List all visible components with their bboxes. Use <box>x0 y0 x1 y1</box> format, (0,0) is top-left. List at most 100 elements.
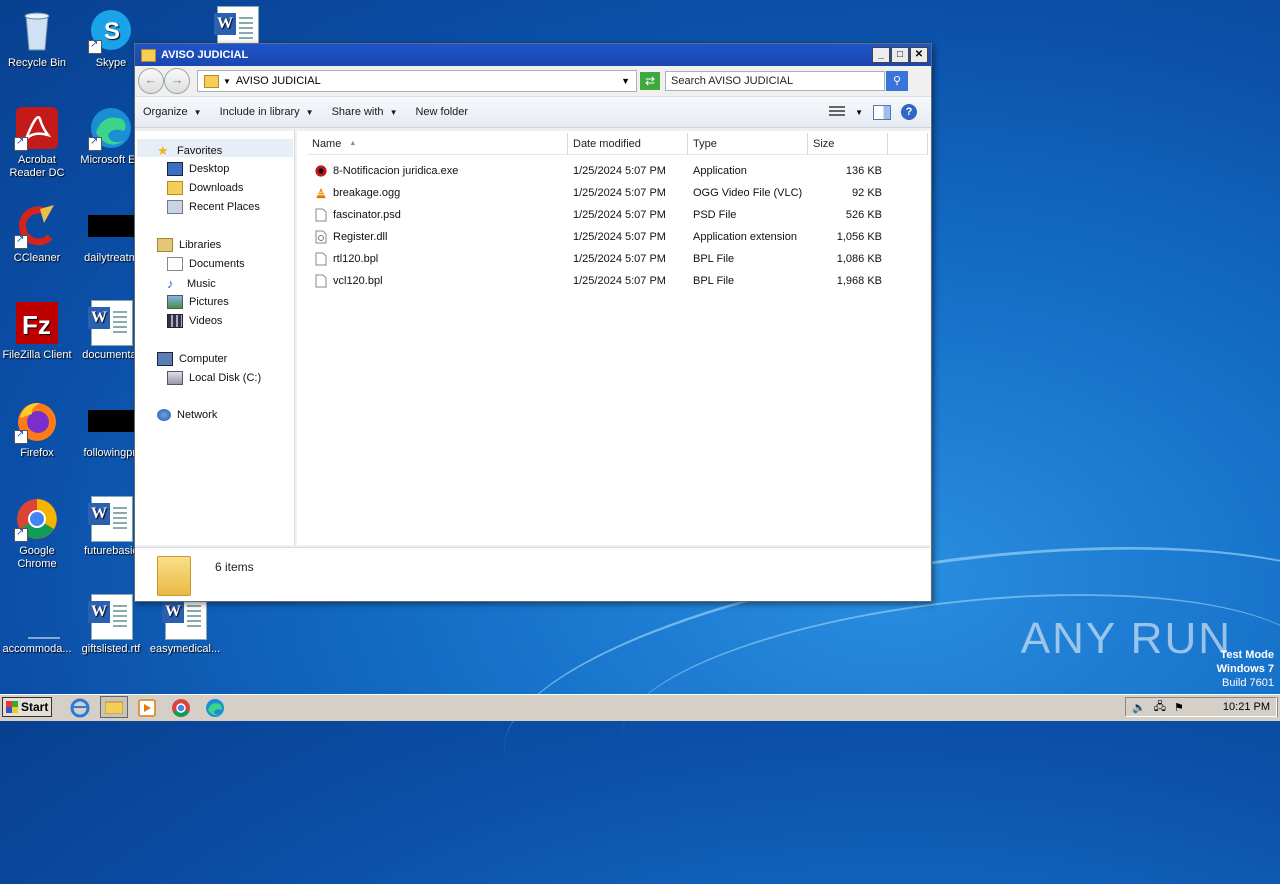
edge-icon <box>88 105 134 151</box>
nav-desktop[interactable]: Desktop <box>167 162 229 176</box>
details-pane: 6 items <box>135 547 930 601</box>
documents-icon <box>167 257 183 271</box>
search-input[interactable]: Search AVISO JUDICIAL <box>665 71 885 91</box>
taskbar: Start 🔈 🖧 ⚑ 10:21 PM <box>0 694 1280 721</box>
preview-pane-icon[interactable] <box>873 104 891 120</box>
folder-icon <box>141 48 156 62</box>
nav-network[interactable]: Network <box>157 409 217 421</box>
close-button[interactable]: ✕ <box>910 47 928 63</box>
test-mode-notice: Test Mode Windows 7 Build 7601 <box>1216 649 1274 689</box>
nav-downloads[interactable]: Downloads <box>167 181 243 195</box>
nav-music[interactable]: ♪ Music <box>167 276 216 291</box>
folder-icon <box>104 701 124 715</box>
libraries-icon <box>157 238 173 252</box>
nav-computer[interactable]: Computer <box>157 352 227 366</box>
change-view-icon[interactable] <box>829 106 846 118</box>
chrome-icon[interactable] <box>171 698 191 718</box>
file-row[interactable]: breakage.ogg 1/25/2024 5:07 PM OGG Video… <box>297 183 930 205</box>
address-bar[interactable]: ▼ AVISO JUDICIAL ▼ <box>197 70 637 92</box>
computer-icon <box>157 352 173 366</box>
desktop-icon-acrobat[interactable]: Acrobat Reader DC <box>0 105 74 180</box>
folder-icon <box>157 556 191 596</box>
media-player-icon[interactable] <box>137 698 157 718</box>
file-row[interactable]: 8-Notificacion juridica.exe 1/25/2024 5:… <box>297 161 930 183</box>
recent-places-icon <box>167 200 183 214</box>
back-button[interactable]: ← <box>138 68 164 94</box>
nav-videos[interactable]: Videos <box>167 314 222 328</box>
hard-disk-icon <box>167 371 183 385</box>
breadcrumb-chevron-icon[interactable]: ▼ <box>223 77 231 86</box>
explorer-window[interactable]: AVISO JUDICIAL _ □ ✕ ← → ▼ AVISO JUDICIA… <box>134 43 932 602</box>
speaker-icon[interactable]: 🔈 <box>1132 701 1146 714</box>
pictures-icon <box>167 295 183 309</box>
desktop-icon-ccleaner[interactable]: CCleaner <box>0 203 74 265</box>
acrobat-icon <box>14 105 60 151</box>
desktop-icon-giftslisted[interactable]: giftslisted.rtf <box>74 594 148 656</box>
filezilla-icon: Fz <box>14 300 60 346</box>
refresh-button[interactable]: ⇄ <box>640 72 660 90</box>
word-document-icon <box>88 594 134 640</box>
star-icon: ★ <box>157 143 169 158</box>
system-tray: 🔈 🖧 ⚑ 10:21 PM <box>1125 697 1277 717</box>
nav-recent-places[interactable]: Recent Places <box>167 200 260 214</box>
desktop-icon-easymedical[interactable]: easymedical... <box>148 594 222 656</box>
navigation-pane: ★ Favorites Desktop Downloads Recent Pla… <box>135 131 295 545</box>
desktop-icon-firefox[interactable]: Firefox <box>0 398 74 460</box>
column-header-date[interactable]: Date modified <box>568 133 688 155</box>
desktop-icon-accommoda[interactable]: accommoda... <box>0 594 74 656</box>
window-title: AVISO JUDICIAL <box>161 49 249 61</box>
file-row[interactable]: vcl120.bpl 1/25/2024 5:07 PM BPL File 1,… <box>297 271 930 293</box>
taskbar-explorer-button[interactable] <box>100 696 128 718</box>
search-placeholder: Search AVISO JUDICIAL <box>671 75 794 87</box>
new-folder-button[interactable]: New folder <box>415 106 468 118</box>
column-header-size[interactable]: Size <box>808 133 888 155</box>
network-status-icon[interactable]: 🖧 <box>1154 698 1166 717</box>
skype-icon: S <box>88 8 134 54</box>
desktop-icon-recycle-bin[interactable]: Recycle Bin <box>0 8 74 70</box>
search-icon[interactable]: ⚲ <box>886 71 908 91</box>
nav-documents[interactable]: Documents <box>167 257 245 271</box>
nav-local-disk[interactable]: Local Disk (C:) <box>167 371 261 385</box>
dll-icon <box>315 230 327 244</box>
downloads-folder-icon <box>167 181 183 195</box>
view-options-chevron-icon[interactable]: ▼ <box>855 108 863 117</box>
file-row[interactable]: Register.dll 1/25/2024 5:07 PM Applicati… <box>297 227 930 249</box>
maximize-button[interactable]: □ <box>891 47 909 63</box>
file-thumbnail <box>88 215 134 237</box>
svg-text:S: S <box>104 18 120 45</box>
file-row[interactable]: rtl120.bpl 1/25/2024 5:07 PM BPL File 1,… <box>297 249 930 271</box>
help-icon[interactable]: ? <box>901 104 917 120</box>
nav-favorites[interactable]: ★ Favorites <box>157 143 222 159</box>
svg-text:Fz: Fz <box>22 310 51 340</box>
desktop-icon-chrome[interactable]: Google Chrome <box>0 496 74 571</box>
ccleaner-icon <box>14 203 60 249</box>
file-thumbnail <box>88 410 134 432</box>
file-icon <box>315 274 327 288</box>
anyrun-watermark: ANY RUN <box>1020 614 1232 663</box>
column-header-name[interactable]: Name ▲ <box>307 133 568 155</box>
internet-explorer-icon[interactable] <box>70 698 90 718</box>
share-with-button[interactable]: Share with ▼ <box>332 106 398 118</box>
edge-icon[interactable] <box>205 698 225 718</box>
file-row[interactable]: fascinator.psd 1/25/2024 5:07 PM PSD Fil… <box>297 205 930 227</box>
clock[interactable]: 10:21 PM <box>1223 701 1270 713</box>
file-icon <box>315 252 327 266</box>
column-header-type[interactable]: Type <box>688 133 808 155</box>
sort-arrow-icon: ▲ <box>349 140 357 147</box>
breadcrumb[interactable]: AVISO JUDICIAL <box>236 75 321 87</box>
nav-libraries[interactable]: Libraries <box>157 238 221 252</box>
chrome-icon <box>14 496 60 542</box>
nav-pictures[interactable]: Pictures <box>167 295 229 309</box>
start-button[interactable]: Start <box>2 697 52 717</box>
include-in-library-button[interactable]: Include in library ▼ <box>220 106 314 118</box>
action-center-flag-icon[interactable]: ⚑ <box>1174 701 1184 714</box>
minimize-button[interactable]: _ <box>872 47 890 63</box>
title-bar[interactable]: AVISO JUDICIAL _ □ ✕ <box>135 44 931 66</box>
word-document-icon <box>88 496 134 542</box>
forward-button[interactable]: → <box>164 68 190 94</box>
windows-logo-icon <box>6 701 18 713</box>
address-bar-row: ← → ▼ AVISO JUDICIAL ▼ ⇄ Search AVISO JU… <box>135 66 931 96</box>
desktop-icon-filezilla[interactable]: Fz FileZilla Client <box>0 300 74 362</box>
chevron-down-icon[interactable]: ▼ <box>621 76 630 86</box>
organize-button[interactable]: Organize ▼ <box>143 106 202 118</box>
